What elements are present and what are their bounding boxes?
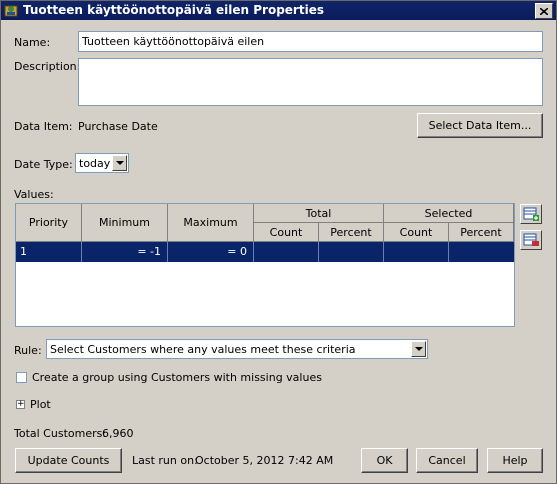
dropdown-arrow-icon[interactable] (112, 155, 127, 171)
header-maximum[interactable]: Maximum (168, 204, 254, 242)
header-total: Total (254, 204, 384, 223)
select-data-item-button[interactable]: Select Data Item... (417, 113, 543, 138)
close-button[interactable] (535, 3, 553, 19)
cell-total-count (254, 242, 319, 262)
description-input[interactable] (78, 58, 543, 106)
total-customers-label: Total Customers: (14, 427, 107, 440)
last-run-value: October 5, 2012 7:42 AM (195, 454, 334, 467)
header-minimum[interactable]: Minimum (82, 204, 168, 242)
data-item-value: Purchase Date (78, 120, 158, 133)
rule-select[interactable]: Select Customers where any values meet t… (46, 339, 428, 359)
cancel-button[interactable]: Cancel (416, 448, 478, 473)
date-type-select[interactable]: today (75, 153, 129, 173)
properties-dialog: Tuotteen käyttöönottopäivä eilen Propert… (0, 0, 557, 484)
add-row-button[interactable] (520, 204, 542, 224)
name-input-value: Tuotteen käyttöönottopäivä eilen (82, 35, 265, 48)
header-priority[interactable]: Priority (16, 204, 82, 242)
cell-selected-count (384, 242, 449, 262)
ok-button[interactable]: OK (361, 448, 408, 473)
cell-selected-percent (449, 242, 514, 262)
values-table: Priority Minimum Maximum Total Selected … (15, 203, 515, 327)
dropdown-arrow-icon[interactable] (411, 341, 426, 357)
cell-total-percent (319, 242, 384, 262)
rule-value: Select Customers where any values meet t… (50, 343, 356, 356)
header-total-count[interactable]: Count (254, 223, 319, 242)
cell-priority: 1 (16, 242, 82, 262)
cell-maximum: = 0 (168, 242, 254, 262)
name-label: Name: (14, 36, 51, 49)
app-icon (4, 5, 18, 17)
edit-row-icon (523, 233, 539, 246)
close-icon (540, 7, 548, 15)
date-type-value: today (79, 157, 111, 170)
table-row[interactable]: 1 = -1 = 0 (16, 242, 514, 262)
cell-minimum: = -1 (82, 242, 168, 262)
data-item-label: Data Item: (14, 120, 73, 133)
rule-label: Rule: (14, 344, 42, 357)
update-counts-button[interactable]: Update Counts (15, 448, 122, 473)
header-selected: Selected (384, 204, 514, 223)
missing-values-checkbox[interactable] (16, 372, 27, 383)
header-selected-percent[interactable]: Percent (449, 223, 514, 242)
plot-label[interactable]: Plot (30, 398, 51, 411)
name-input[interactable]: Tuotteen käyttöönottopäivä eilen (78, 31, 543, 52)
values-label: Values: (14, 188, 54, 201)
description-label: Description: (14, 60, 81, 73)
edit-row-button[interactable] (520, 230, 542, 250)
help-button[interactable]: Help (487, 448, 543, 473)
header-selected-count[interactable]: Count (384, 223, 449, 242)
date-type-label: Date Type: (14, 158, 73, 171)
header-total-percent[interactable]: Percent (319, 223, 384, 242)
expand-plus-icon[interactable]: + (16, 400, 25, 409)
total-customers-value: 6,960 (102, 427, 134, 440)
missing-values-label[interactable]: Create a group using Customers with miss… (32, 371, 322, 384)
last-run-label: Last run on: (132, 454, 198, 467)
add-row-icon (523, 207, 539, 221)
title-bar[interactable]: Tuotteen käyttöönottopäivä eilen Propert… (1, 1, 556, 20)
window-title: Tuotteen käyttöönottopäivä eilen Propert… (23, 3, 324, 17)
